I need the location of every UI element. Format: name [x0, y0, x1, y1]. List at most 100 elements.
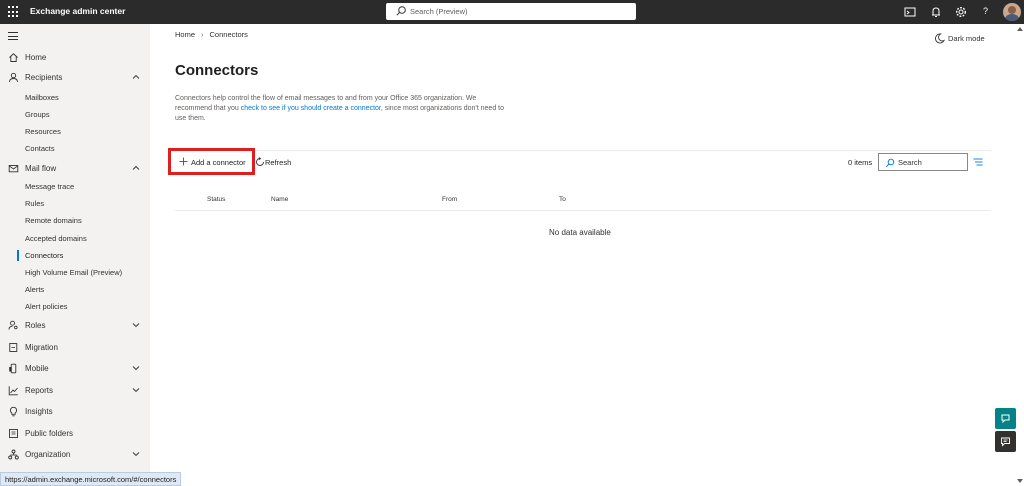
- chevron-down-icon: [132, 388, 140, 393]
- sidebar-item-resources[interactable]: Resources: [0, 125, 150, 139]
- app-launcher-icon[interactable]: [8, 6, 20, 18]
- refresh-label: Refresh: [265, 158, 292, 167]
- app-title[interactable]: Exchange admin center: [30, 6, 125, 16]
- sidebar-item-label: Home: [25, 53, 47, 62]
- sidebar-item-label: Mail flow: [25, 164, 57, 173]
- sidebar-item-alerts[interactable]: Alerts: [0, 283, 150, 297]
- sidebar-item-groups[interactable]: Groups: [0, 108, 150, 122]
- feedback-icon: [1001, 437, 1010, 447]
- sidebar-item-label: Insights: [25, 407, 53, 416]
- sidebar-item-label: Reports: [25, 386, 54, 395]
- migration-icon: [9, 343, 18, 352]
- sidebar-item-recipients[interactable]: Recipients: [0, 70, 150, 86]
- sidebar-item-accepted-domains[interactable]: Accepted domains: [0, 232, 150, 246]
- folder-icon: [9, 429, 18, 438]
- sidebar-item-rules[interactable]: Rules: [0, 197, 150, 211]
- person-key-icon: [8, 320, 18, 330]
- items-count: 0 items: [848, 158, 873, 167]
- divider: [175, 150, 991, 151]
- sidebar-item-label: Roles: [25, 321, 46, 330]
- sidebar-item-label: Connectors: [25, 251, 64, 260]
- add-connector-label: Add a connector: [191, 158, 246, 167]
- person-icon: [9, 72, 18, 83]
- mail-icon: [8, 165, 19, 173]
- terminal-icon[interactable]: [903, 5, 917, 19]
- global-search-placeholder: Search (Preview): [410, 7, 468, 16]
- chevron-down-icon: [132, 452, 140, 457]
- breadcrumb: Home › Connectors: [175, 30, 248, 39]
- sidebar-item-connectors[interactable]: Connectors: [0, 249, 150, 263]
- sidebar-item-alert-policies[interactable]: Alert policies: [0, 300, 150, 314]
- sidebar-item-label: Mobile: [25, 364, 49, 373]
- add-connector-button[interactable]: Add a connector: [168, 148, 255, 175]
- sidebar-item-migration[interactable]: Migration: [0, 340, 150, 356]
- sidebar-item-label: High Volume Email (Preview): [25, 268, 123, 277]
- moon-icon: [935, 33, 945, 44]
- help-assistant-button[interactable]: [995, 408, 1016, 429]
- sidebar-item-label: Alert policies: [25, 302, 68, 311]
- sidebar-item-label: Organization: [25, 450, 71, 459]
- search-box[interactable]: [878, 153, 968, 171]
- sidebar-item-roles[interactable]: Roles: [0, 318, 150, 334]
- top-bar: Exchange admin center Search (Preview) ?: [0, 0, 1024, 24]
- column-header-to[interactable]: To: [559, 196, 566, 203]
- avatar[interactable]: [1003, 3, 1021, 21]
- page-title: Connectors: [175, 62, 259, 79]
- status-url: https://admin.exchange.microsoft.com/#/c…: [0, 472, 182, 486]
- active-indicator: [17, 250, 19, 261]
- sidebar-item-organization[interactable]: Organization: [0, 447, 150, 463]
- sidebar-item-mobile[interactable]: Mobile: [0, 361, 150, 377]
- help-button[interactable]: ?: [983, 6, 988, 16]
- list-options-icon[interactable]: [973, 158, 983, 166]
- breadcrumb-home[interactable]: Home: [175, 30, 195, 39]
- chevron-up-icon: [132, 74, 140, 79]
- column-header-name[interactable]: Name: [271, 196, 288, 203]
- organization-icon: [8, 449, 19, 460]
- sidebar-item-home[interactable]: Home: [0, 50, 150, 66]
- chart-line-icon: [8, 386, 18, 396]
- mobile-icon: [9, 363, 17, 374]
- scroll-down-arrow-icon[interactable]: [1016, 478, 1024, 484]
- scroll-up-arrow-icon[interactable]: [1016, 26, 1024, 32]
- sidebar-item-label: Mailboxes: [25, 93, 59, 102]
- search-input[interactable]: [898, 157, 964, 167]
- page-description: Connectors help control the flow of emai…: [175, 94, 505, 124]
- table-header-divider: [175, 210, 991, 211]
- chat-question-icon: [1001, 414, 1010, 424]
- chevron-down-icon: [132, 323, 140, 328]
- sidebar-item-label: Recipients: [25, 73, 63, 82]
- lightbulb-icon: [9, 406, 18, 417]
- sidebar-item-label: Accepted domains: [25, 234, 87, 243]
- sidebar-item-contacts[interactable]: Contacts: [0, 142, 150, 156]
- refresh-icon: [256, 157, 264, 166]
- gear-icon[interactable]: [954, 5, 968, 19]
- sidebar-item-label: Remote domains: [25, 216, 82, 225]
- sidebar-item-label: Message trace: [25, 182, 75, 191]
- column-header-from[interactable]: From: [442, 196, 457, 203]
- sidebar-item-insights[interactable]: Insights: [0, 404, 150, 420]
- dark-mode-label: Dark mode: [948, 34, 985, 43]
- sidebar-item-mailboxes[interactable]: Mailboxes: [0, 91, 150, 105]
- sidebar-item-message-trace[interactable]: Message trace: [0, 180, 150, 194]
- bell-icon[interactable]: [929, 5, 943, 19]
- sidebar-item-reports[interactable]: Reports: [0, 383, 150, 399]
- hamburger-menu-icon[interactable]: [8, 32, 18, 40]
- empty-state-message: No data available: [549, 228, 611, 237]
- sidebar-item-label: Migration: [25, 343, 58, 352]
- search-icon: [885, 158, 895, 168]
- plus-icon: [179, 157, 188, 166]
- feedback-button[interactable]: [995, 431, 1016, 452]
- global-search-input[interactable]: Search (Preview): [386, 3, 636, 20]
- breadcrumb-current: Connectors: [209, 30, 248, 39]
- sidebar-item-high-volume-email[interactable]: High Volume Email (Preview): [0, 266, 150, 280]
- sidebar-item-label: Contacts: [25, 144, 55, 153]
- sidebar-item-remote-domains[interactable]: Remote domains: [0, 214, 150, 228]
- sidebar-item-public-folders[interactable]: Public folders: [0, 426, 150, 442]
- column-header-status[interactable]: Status: [207, 196, 225, 203]
- create-connector-help-link[interactable]: check to see if you should create a conn…: [241, 105, 381, 112]
- chevron-down-icon: [132, 366, 140, 371]
- search-icon: [396, 6, 406, 16]
- sidebar-item-mail-flow[interactable]: Mail flow: [0, 161, 150, 177]
- sidebar-item-label: Alerts: [25, 285, 45, 294]
- sidebar-item-label: Resources: [25, 127, 61, 136]
